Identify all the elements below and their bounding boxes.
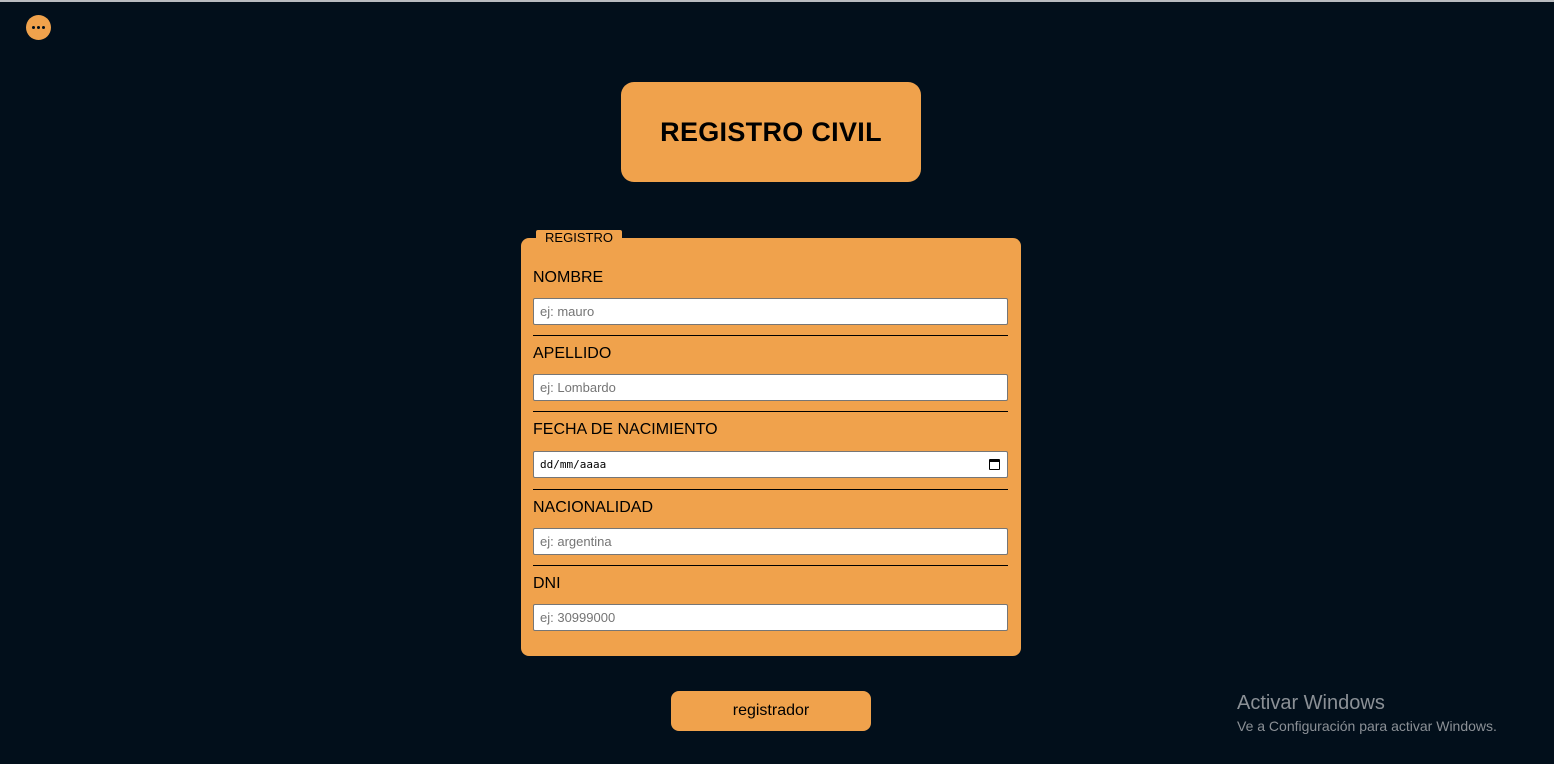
dni-placeholder: ej: 30999000: [540, 610, 616, 625]
apellido-label: APELLIDO: [533, 345, 612, 362]
field-divider: [533, 565, 1008, 566]
submit-button[interactable]: registrador: [671, 691, 871, 731]
page-title: REGISTRO CIVIL: [660, 116, 882, 147]
fecha-nacimiento-input[interactable]: dd/mm/aaaa: [533, 451, 1008, 478]
ellipsis-icon: [32, 26, 35, 29]
ellipsis-icon-dot: [42, 26, 45, 29]
dni-label: DNI: [533, 575, 561, 592]
calendar-icon[interactable]: [989, 459, 1000, 470]
windows-activation-watermark: Activar Windows Ve a Configuración para …: [1237, 691, 1497, 736]
fecha-nacimiento-placeholder: dd/mm/aaaa: [540, 458, 607, 471]
nombre-placeholder: ej: mauro: [540, 304, 595, 319]
nombre-label: NOMBRE: [533, 269, 604, 286]
nacionalidad-input[interactable]: ej: argentina: [533, 528, 1008, 555]
menu-button[interactable]: [26, 15, 51, 40]
watermark-title: Activar Windows: [1237, 692, 1385, 714]
page-title-box: REGISTRO CIVIL: [621, 82, 921, 182]
field-divider: [533, 411, 1008, 412]
form-legend: REGISTRO: [536, 230, 622, 245]
watermark-subtitle: Ve a Configuración para activar Windows.: [1237, 718, 1497, 734]
nombre-input[interactable]: ej: mauro: [533, 298, 1008, 325]
dni-input[interactable]: ej: 30999000: [533, 604, 1008, 631]
fecha-nacimiento-label: FECHA DE NACIMIENTO: [533, 421, 718, 438]
nacionalidad-label: NACIONALIDAD: [533, 499, 654, 516]
field-divider: [533, 489, 1008, 490]
nacionalidad-placeholder: ej: argentina: [540, 534, 612, 549]
field-divider: [533, 335, 1008, 336]
apellido-placeholder: ej: Lombardo: [540, 380, 616, 395]
apellido-input[interactable]: ej: Lombardo: [533, 374, 1008, 401]
window-top-border: [0, 0, 1554, 2]
ellipsis-icon-dot: [37, 26, 40, 29]
